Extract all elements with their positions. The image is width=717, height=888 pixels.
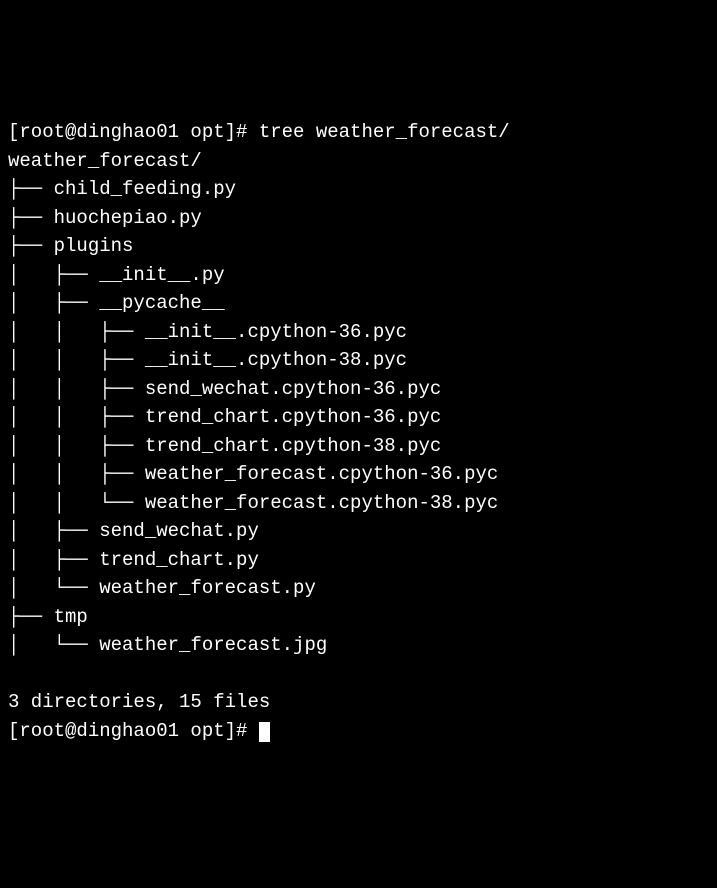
typed-command: tree weather_forecast/ (259, 121, 510, 143)
shell-prompt: [root@dinghao01 opt]# (8, 121, 259, 143)
terminal-output: [root@dinghao01 opt]# tree weather_forec… (8, 118, 709, 745)
tree-summary: 3 directories, 15 files (8, 691, 270, 713)
next-prompt-line[interactable]: [root@dinghao01 opt]# (8, 720, 270, 742)
command-line: [root@dinghao01 opt]# tree weather_forec… (8, 121, 510, 143)
tree-line: │ │ ├── __init__.cpython-38.pyc (8, 349, 407, 371)
tree-line: weather_forecast/ (8, 150, 202, 172)
tree-line: │ │ └── weather_forecast.cpython-38.pyc (8, 492, 498, 514)
tree-line: ├── child_feeding.py (8, 178, 236, 200)
tree-line: ├── huochepiao.py (8, 207, 202, 229)
cursor-icon (259, 722, 270, 742)
tree-line: │ │ ├── send_wechat.cpython-36.pyc (8, 378, 441, 400)
tree-line: │ ├── __init__.py (8, 264, 225, 286)
tree-line: │ └── weather_forecast.jpg (8, 634, 327, 656)
tree-line: │ ├── trend_chart.py (8, 549, 259, 571)
tree-line: │ ├── send_wechat.py (8, 520, 259, 542)
tree-line: ├── tmp (8, 606, 88, 628)
tree-line: │ └── weather_forecast.py (8, 577, 316, 599)
tree-line: │ │ ├── trend_chart.cpython-36.pyc (8, 406, 441, 428)
tree-line: │ ├── __pycache__ (8, 292, 225, 314)
tree-line: │ │ ├── trend_chart.cpython-38.pyc (8, 435, 441, 457)
tree-line: ├── plugins (8, 235, 133, 257)
shell-prompt: [root@dinghao01 opt]# (8, 720, 259, 742)
tree-line: │ │ ├── __init__.cpython-36.pyc (8, 321, 407, 343)
tree-line: │ │ ├── weather_forecast.cpython-36.pyc (8, 463, 498, 485)
